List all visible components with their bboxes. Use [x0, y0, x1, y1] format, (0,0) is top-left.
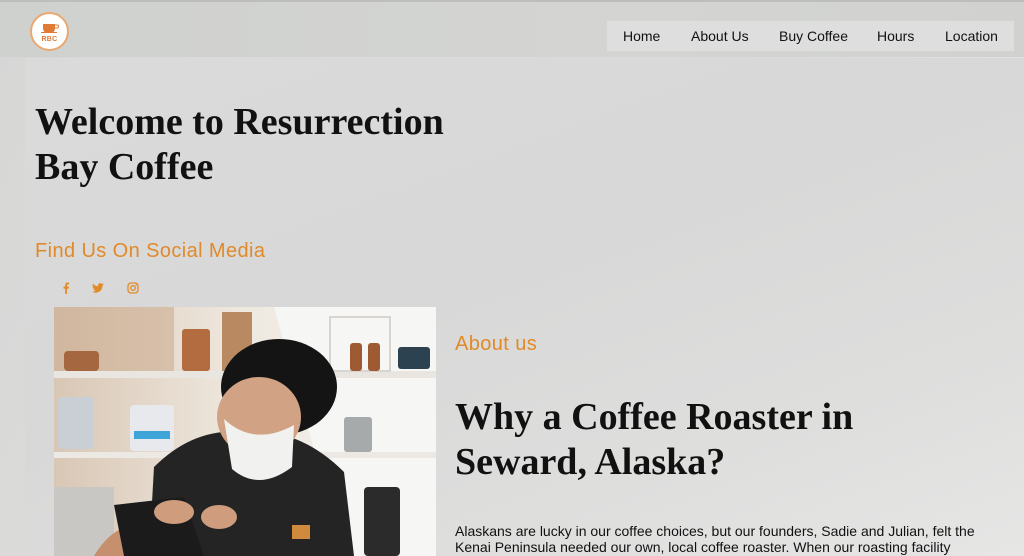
social-heading: Find Us On Social Media — [35, 240, 266, 262]
logo-text: RBC — [41, 35, 58, 43]
about-paragraph: Alaskans are lucky in our coffee choices… — [455, 523, 975, 555]
nav-location[interactable]: Location — [945, 28, 998, 44]
page-title-line1: Welcome to Resurrection — [35, 101, 444, 143]
page-title-line2: Bay Coffee — [35, 146, 214, 188]
nav-about-us[interactable]: About Us — [691, 28, 749, 44]
coffee-cup-icon — [40, 23, 59, 33]
instagram-icon[interactable] — [125, 280, 141, 296]
about-label: About us — [455, 333, 538, 355]
site-header: RBC Home About Us Buy Coffee Hours Locat… — [0, 2, 1024, 57]
nav-home[interactable]: Home — [623, 28, 660, 44]
nav-hours[interactable]: Hours — [877, 28, 914, 44]
nav-buy-coffee[interactable]: Buy Coffee — [779, 28, 848, 44]
barista-photo — [54, 307, 436, 556]
main-nav: Home About Us Buy Coffee Hours Location — [607, 21, 1014, 51]
about-heading: Why a Coffee Roaster in Seward, Alaska? — [455, 395, 905, 485]
about-heading-line1: Why a Coffee Roaster in — [455, 396, 854, 438]
twitter-icon[interactable] — [90, 280, 106, 296]
facebook-icon[interactable] — [58, 280, 74, 296]
about-heading-line2: Seward, Alaska? — [455, 441, 726, 483]
site-logo[interactable]: RBC — [30, 12, 69, 51]
page-title: Welcome to Resurrection Bay Coffee — [35, 100, 495, 190]
